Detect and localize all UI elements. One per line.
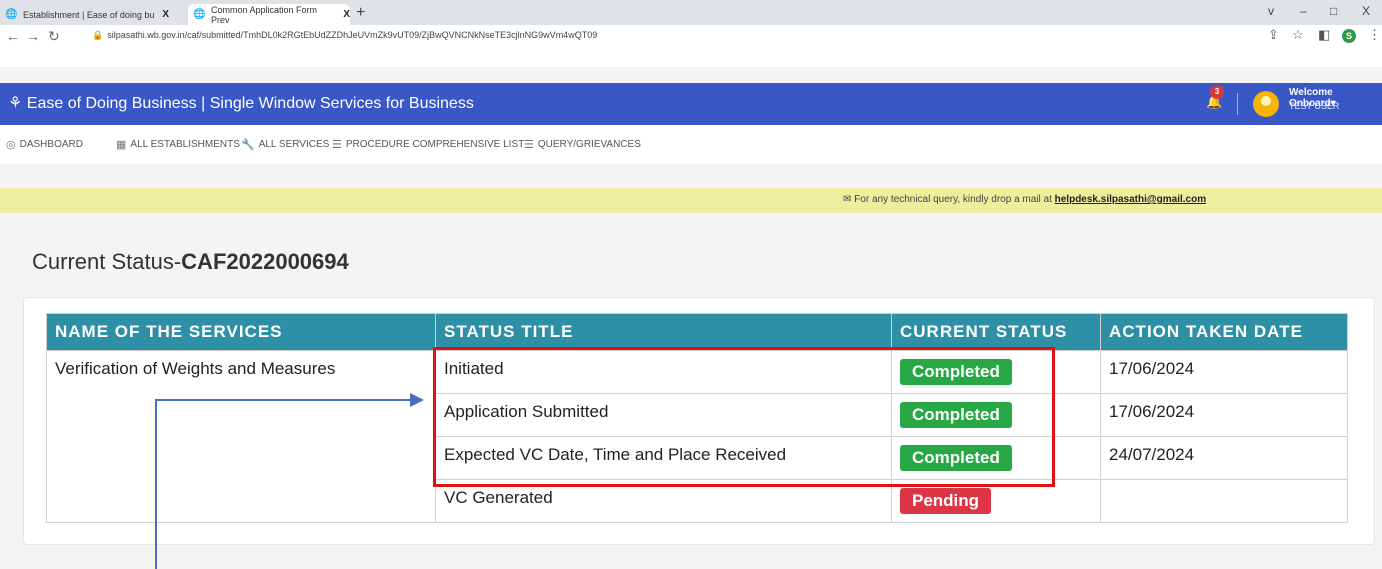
close-window-button[interactable]: X [1362, 4, 1370, 18]
app-header: ⚘ Ease of Doing Business | Single Window… [0, 83, 1382, 125]
side-panel-icon[interactable]: ◧ [1318, 27, 1330, 43]
nav-label: QUERY/GRIEVANCES [537, 139, 641, 150]
close-tab-icon[interactable]: X [343, 9, 350, 20]
globe-icon: 🌐 [5, 9, 18, 20]
browser-tab-caf-preview[interactable]: 🌐 Common Application Form Prev X [188, 4, 350, 25]
status-badge: Pending [900, 488, 992, 514]
maximize-button[interactable]: □ [1330, 4, 1337, 18]
forward-icon[interactable]: → [26, 28, 40, 44]
user-name: TEST USER [1289, 101, 1340, 111]
globe-icon: 🌐 [193, 9, 206, 20]
notice-text: ✉ For any technical query, kindly drop a… [843, 194, 1206, 205]
annotation-arrow-line [155, 399, 410, 401]
nav-label: PROCEDURE COMPREHENSIVE LIST [345, 139, 525, 150]
nav-procedure-list[interactable]: ☰ PROCEDURE COMPREHENSIVE LIST [332, 138, 524, 151]
status-prefix: Current Status- [32, 249, 182, 274]
tab-search-icon[interactable]: v [1268, 4, 1274, 18]
url-field[interactable]: 🔒 silpasathi.wb.gov.in/caf/submitted/TmhD… [92, 30, 597, 41]
nav-dashboard[interactable]: ◎ DASHBOARD [6, 138, 83, 151]
user-avatar[interactable] [1253, 91, 1279, 117]
wrench-icon: 🔧 [241, 139, 255, 151]
main-nav: ◎ DASHBOARD ▦ ALL ESTABLISHMENTS 🔧 ALL SERV… [0, 125, 1382, 164]
action-date-cell: 24/07/2024 [1100, 436, 1348, 480]
new-tab-button[interactable]: + [356, 4, 365, 22]
highlight-box [433, 347, 1055, 487]
minimize-button[interactable]: – [1300, 4, 1307, 18]
bookmark-star-icon[interactable]: ☆ [1292, 27, 1304, 43]
brand-text: Ease of Doing Business | Single Window S… [26, 95, 474, 112]
column-header: ACTION TAKEN DATE [1100, 313, 1348, 351]
nav-label: ALL ESTABLISHMENTS [130, 139, 240, 150]
profile-avatar[interactable]: S [1342, 29, 1356, 43]
annotation-arrow-line [155, 400, 157, 569]
list-icon: ☰ [524, 139, 534, 151]
column-header: NAME OF THE SERVICES [46, 313, 436, 351]
notice-message: For any technical query, kindly drop a m… [854, 194, 1055, 205]
table-header-row: NAME OF THE SERVICES STATUS TITLE CURREN… [46, 313, 1348, 351]
service-name-cell: Verification of Weights and Measures [46, 350, 436, 523]
browser-tab-establishment[interactable]: 🌐 Establishment | Ease of doing bu X [0, 4, 186, 25]
helpdesk-email-link[interactable]: helpdesk.silpasathi@gmail.com [1055, 194, 1206, 205]
nav-label: DASHBOARD [19, 139, 83, 150]
menu-dots-icon[interactable]: ⋮ [1368, 27, 1381, 43]
action-date-cell [1100, 479, 1348, 523]
tab-title: Establishment | Ease of doing bu [23, 9, 155, 20]
brand-title[interactable]: ⚘ Ease of Doing Business | Single Window… [8, 93, 474, 113]
nav-all-services[interactable]: 🔧 ALL SERVICES [241, 138, 329, 151]
close-tab-icon[interactable]: X [162, 9, 169, 20]
column-header: STATUS TITLE [435, 313, 892, 351]
mail-icon: ✉ [843, 194, 852, 205]
action-date-cell: 17/06/2024 [1100, 393, 1348, 437]
nav-query-grievances[interactable]: ☰ QUERY/GRIEVANCES [524, 138, 641, 151]
action-date-text: 24/07/2024 [1109, 445, 1195, 464]
arrow-head-icon [410, 393, 424, 407]
action-date-cell: 17/06/2024 [1100, 350, 1348, 394]
action-date-text: 17/06/2024 [1109, 402, 1195, 421]
action-date-text: 17/06/2024 [1109, 359, 1195, 378]
reload-icon[interactable]: ↻ [48, 28, 60, 45]
lock-icon: 🔒 [92, 30, 104, 40]
page-title: Current Status-CAF2022000694 [32, 249, 349, 275]
share-icon[interactable]: ⇪ [1268, 27, 1279, 43]
nav-all-establishments[interactable]: ▦ ALL ESTABLISHMENTS [116, 138, 240, 151]
notification-badge: 3 [1210, 85, 1224, 99]
column-header: CURRENT STATUS [891, 313, 1101, 351]
notice-bar: ✉ For any technical query, kindly drop a… [0, 188, 1382, 213]
building-icon: ▦ [116, 139, 127, 151]
back-icon[interactable]: ← [6, 28, 20, 44]
address-bar: ← → ↻ 🔒 silpasathi.wb.gov.in/caf/submitte… [0, 25, 1382, 67]
tab-title: Common Application Form Prev [211, 4, 318, 25]
header-divider [1237, 93, 1238, 115]
caf-id: CAF2022000694 [181, 249, 349, 274]
list-icon: ☰ [332, 139, 342, 151]
action-date-text [1109, 480, 1339, 488]
logo-icon: ⚘ [8, 95, 23, 112]
nav-label: ALL SERVICES [258, 139, 330, 150]
browser-tab-bar: 🌐 Establishment | Ease of doing bu X 🌐 C… [0, 0, 1382, 25]
url-text: silpasathi.wb.gov.in/caf/submitted/TmhDL… [107, 30, 598, 40]
dashboard-icon: ◎ [6, 139, 16, 151]
